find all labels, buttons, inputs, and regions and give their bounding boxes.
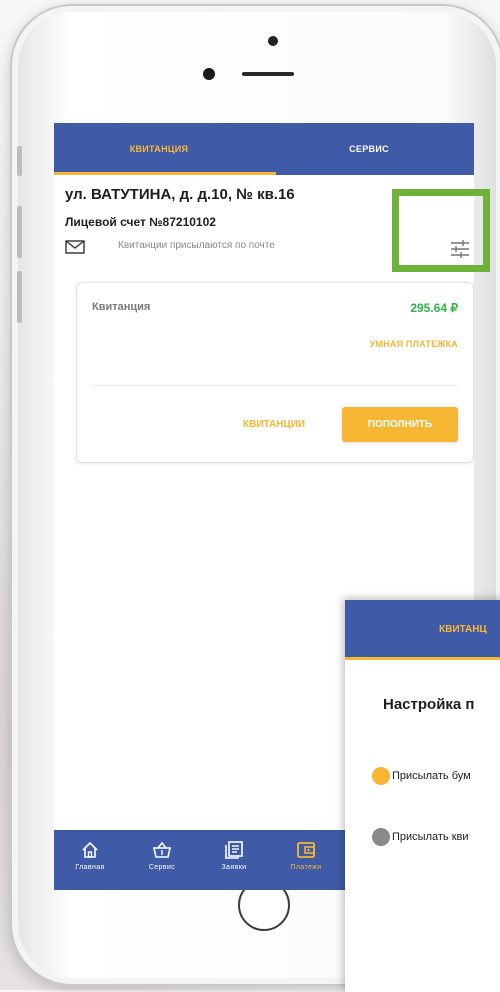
settings-highlight-box xyxy=(392,189,490,272)
receipt-amount: 295.64 ₽ xyxy=(410,301,458,315)
option-electronic-label: Присылать кви xyxy=(392,831,469,843)
smart-pay-link[interactable]: УМНАЯ ПЛАТЕЖКА xyxy=(370,339,458,349)
topup-button[interactable]: ПОПОЛНИТЬ xyxy=(342,407,458,442)
tab-service[interactable]: СЕРВИС xyxy=(264,123,474,175)
nav-label-requests: Заявки xyxy=(221,864,247,871)
active-tab-indicator xyxy=(54,172,276,175)
overlay-tab-receipt[interactable]: КВИТАНЦ xyxy=(439,624,487,635)
nav-label-service: Сервис xyxy=(148,864,176,871)
receipts-link[interactable]: КВИТАНЦИИ xyxy=(243,419,305,430)
nav-label-home: Главная xyxy=(75,864,105,871)
settings-preview-overlay: КВИТАНЦ Настройка п Присылать бум Присыл… xyxy=(345,600,500,992)
radio-unselected-icon xyxy=(372,828,390,846)
overlay-header: КВИТАНЦ xyxy=(345,600,500,660)
option-electronic-receipt[interactable]: Присылать кви xyxy=(372,828,469,846)
nav-item-requests[interactable]: Заявки xyxy=(198,830,270,890)
receipt-label: Квитанция xyxy=(92,301,151,313)
card-divider xyxy=(93,385,457,386)
address-title: ул. ВАТУТИНА, д. д.10, № кв.16 xyxy=(65,186,295,203)
mail-icon xyxy=(65,240,85,254)
volume-down-button xyxy=(17,271,22,323)
camera-dot xyxy=(268,36,278,46)
receipt-card: Квитанция 295.64 ₽ УМНАЯ ПЛАТЕЖКА КВИТАН… xyxy=(76,282,474,463)
overlay-title: Настройка п xyxy=(383,696,475,713)
nav-item-service[interactable]: Сервис xyxy=(126,830,198,890)
wallet-icon xyxy=(297,842,315,858)
radio-selected-icon xyxy=(372,767,390,785)
nav-item-home[interactable]: Главная xyxy=(54,830,126,890)
account-number: Лицевой счет №87210102 xyxy=(65,215,216,229)
front-camera xyxy=(203,68,215,80)
home-icon xyxy=(82,841,98,858)
requests-icon xyxy=(225,841,243,859)
nav-item-payments[interactable]: Платежи xyxy=(270,830,342,890)
option-paper-label: Присылать бум xyxy=(392,770,471,782)
nav-label-payments: Платежи xyxy=(290,864,322,871)
earpiece-speaker xyxy=(242,72,294,76)
top-tabs: КВИТАНЦИЯ СЕРВИС xyxy=(54,123,474,175)
overlay-tab-indicator xyxy=(345,657,500,660)
option-paper-receipt[interactable]: Присылать бум xyxy=(372,767,471,785)
delivery-method-text: Квитанции присылаются по почте xyxy=(118,240,275,251)
tab-receipt[interactable]: КВИТАНЦИЯ xyxy=(54,123,264,175)
basket-icon xyxy=(153,841,171,858)
mute-switch xyxy=(17,146,22,176)
volume-up-button xyxy=(17,206,22,258)
